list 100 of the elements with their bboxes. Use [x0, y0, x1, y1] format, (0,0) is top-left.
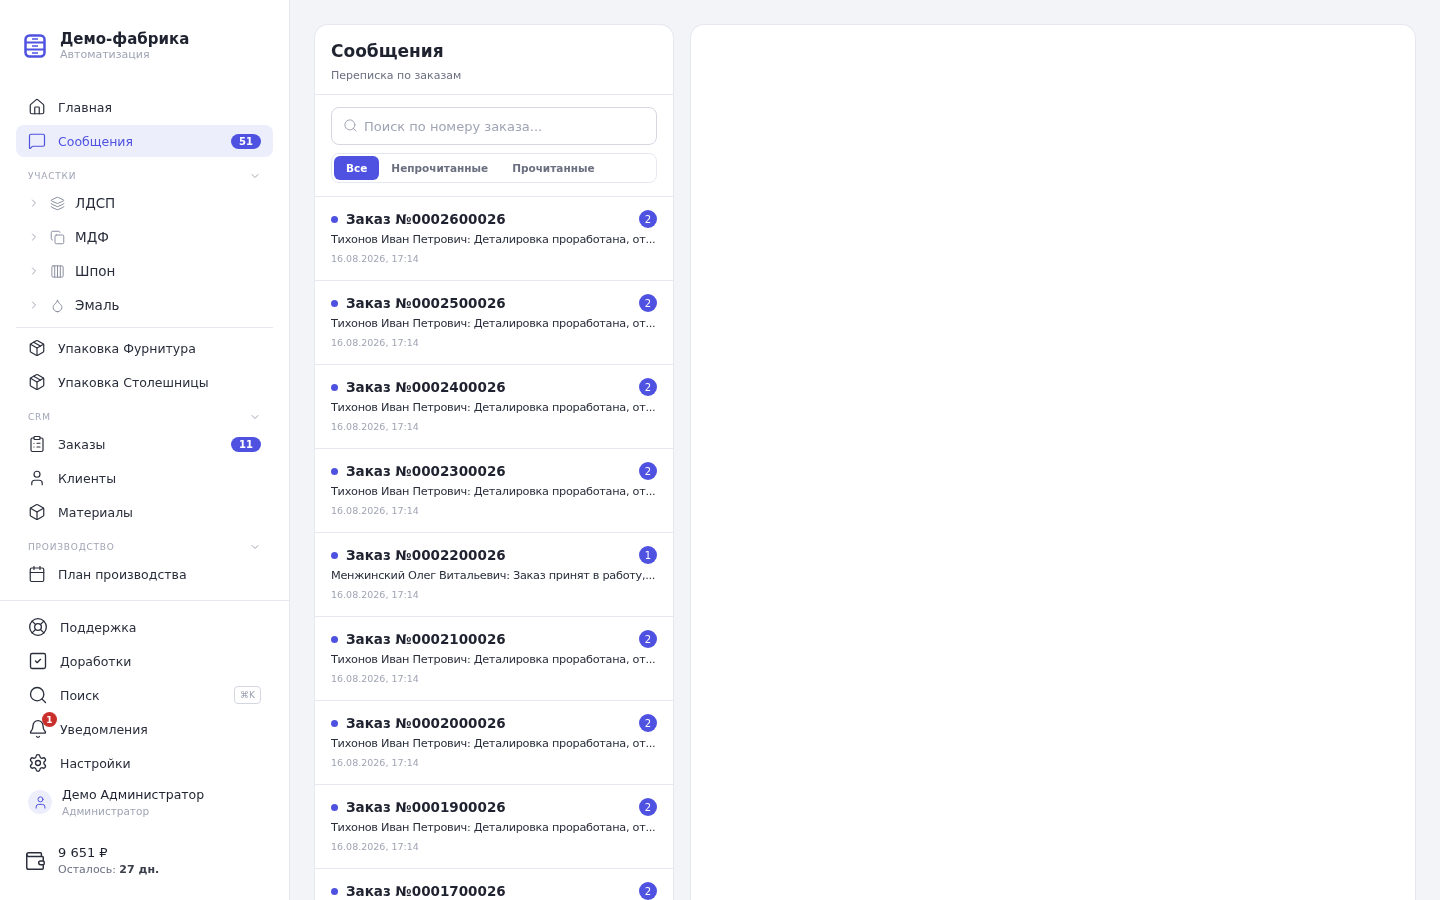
message-time: 16.08.2026, 17:14: [331, 589, 420, 600]
conversation-item[interactable]: Заказ №0001700026 2: [315, 869, 673, 900]
search-field[interactable]: Поиск по номеру заказа...: [331, 107, 657, 145]
count-badge: 51: [231, 133, 261, 149]
tree-item[interactable]: Эмаль: [16, 289, 273, 321]
layers-icon: [50, 195, 65, 211]
conversation-item[interactable]: Заказ №0002300026 2 Тихонов Иван Петрович: Деталировка проработана, от... 16.08.2026, 17:14: [315, 449, 673, 533]
message-time: 16.08.2026, 17:14: [331, 841, 420, 852]
order-title: Заказ №0002400026: [346, 379, 507, 395]
balance-amount: 9 651 ₽: [58, 845, 109, 860]
conversation-item[interactable]: Заказ №0002400026 2 Тихонов Иван Петрович: Деталировка проработана, от... 16.08.2026, 17:14: [315, 365, 673, 449]
squares-icon: [50, 229, 65, 245]
remaining-days: Осталось: 27 дн.: [58, 863, 160, 876]
panels-icon: [50, 263, 65, 279]
message-preview: Тихонов Иван Петрович: Деталировка проработана, от...: [331, 821, 657, 834]
conversation-item[interactable]: Заказ №0002100026 2 Тихонов Иван Петрович: Деталировка проработана, от... 16.08.2026, 17:14: [315, 617, 673, 701]
count-badge: 2: [639, 462, 657, 480]
search-icon: [28, 685, 48, 705]
user-role: Администратор: [62, 805, 151, 817]
message-time: 16.08.2026, 17:14: [331, 757, 420, 768]
order-title: Заказ №0002300026: [346, 463, 507, 479]
box-icon: [28, 503, 46, 521]
message-preview: Тихонов Иван Петрович: Деталировка проработана, от...: [331, 317, 657, 330]
lifebuoy-icon: [28, 617, 48, 637]
panel-title: Сообщения: [331, 41, 445, 61]
conversation-item[interactable]: Заказ №0002500026 2 Тихонов Иван Петрович: Деталировка проработана, от... 16.08.2026, 17:14: [315, 281, 673, 365]
brand-title: Демо-фабрика: [60, 30, 190, 48]
message-preview: Тихонов Иван Петрович: Деталировка проработана, от...: [331, 485, 657, 498]
tree-item[interactable]: МДФ: [16, 221, 273, 253]
conversation-item[interactable]: Заказ №0002600026 2 Тихонов Иван Петрович: Деталировка проработана, от... 16.08.2026, 17:14: [315, 197, 673, 281]
count-badge: 11: [231, 436, 261, 452]
nav-item[interactable]: Доработки: [16, 645, 273, 677]
message-time: 16.08.2026, 17:14: [331, 421, 420, 432]
conversation-item[interactable]: Заказ №0002000026 2 Тихонов Иван Петрович: Деталировка проработана, от... 16.08.2026, 17:14: [315, 701, 673, 785]
nav-item[interactable]: Сообщения 51: [16, 125, 273, 157]
nav-item[interactable]: Главная: [16, 91, 273, 123]
nav-item[interactable]: Материалы: [16, 496, 273, 528]
panel-subtitle: Переписка по заказам: [331, 69, 463, 82]
count-badge: 2: [639, 294, 657, 312]
tree-item[interactable]: ЛДСП: [16, 187, 273, 219]
clipboard-icon: [28, 435, 46, 453]
user-name: Демо Администратор: [62, 787, 205, 802]
nav-item[interactable]: Настройки: [16, 747, 273, 779]
brand-subtitle: Автоматизация: [60, 48, 151, 61]
order-title: Заказ №0001700026: [346, 883, 507, 899]
bell-icon: [28, 719, 48, 739]
wallet-icon: [24, 849, 46, 872]
nav-item[interactable]: Клиенты: [16, 462, 273, 494]
order-title: Заказ №0002200026: [346, 547, 507, 563]
package-icon: [28, 373, 46, 391]
tree-item[interactable]: Шпон: [16, 255, 273, 287]
message-time: 16.08.2026, 17:14: [331, 253, 420, 264]
calendar-icon: [28, 565, 46, 583]
message-preview: Тихонов Иван Петрович: Деталировка проработана, от...: [331, 233, 657, 246]
count-badge: 2: [639, 378, 657, 396]
nav-item[interactable]: Упаковка Фурнитура: [16, 332, 273, 364]
section-title: УЧАСТКИ: [28, 171, 77, 181]
nav-item[interactable]: Упаковка Столешницы: [16, 366, 273, 398]
message-time: 16.08.2026, 17:14: [331, 505, 420, 516]
message-time: 16.08.2026, 17:14: [331, 673, 420, 684]
filter-tab[interactable]: Все: [334, 156, 380, 180]
checkbox-icon: [28, 651, 48, 671]
order-title: Заказ №0002500026: [346, 295, 507, 311]
order-title: Заказ №0002600026: [346, 211, 507, 227]
message-preview: Менжинский Олег Витальевич: Заказ принят в работу,...: [331, 569, 657, 582]
avatar[interactable]: [28, 790, 52, 814]
filter-tab[interactable]: Прочитанные: [500, 156, 607, 180]
filter-tab[interactable]: Непрочитанные: [379, 156, 501, 180]
conversation-item[interactable]: Заказ №0001900026 2 Тихонов Иван Петрович: Деталировка проработана, от... 16.08.2026, 17:14: [315, 785, 673, 869]
count-badge: 2: [639, 714, 657, 732]
nav-item[interactable]: Поддержка: [16, 611, 273, 643]
count-badge: 2: [639, 210, 657, 228]
user-icon: [32, 794, 48, 810]
user-icon: [28, 469, 46, 487]
message-preview: Тихонов Иван Петрович: Деталировка проработана, от...: [331, 653, 657, 666]
nav-item[interactable]: Заказы 11: [16, 428, 273, 460]
settings-icon: [28, 753, 48, 773]
message-preview: Тихонов Иван Петрович: Деталировка проработана, от...: [331, 737, 657, 750]
message-icon: [28, 132, 46, 150]
nav-item[interactable]: Поиск ⌘K: [16, 679, 273, 711]
count-badge: 1: [639, 546, 657, 564]
count-badge: 2: [639, 798, 657, 816]
shortcut-hint: ⌘K: [234, 686, 261, 704]
message-time: 16.08.2026, 17:14: [331, 337, 420, 348]
section-title: ПРОИЗВОДСТВО: [28, 542, 115, 552]
order-title: Заказ №0002000026: [346, 715, 507, 731]
count-badge: 2: [639, 882, 657, 900]
section-title: CRM: [28, 412, 51, 422]
home-icon: [28, 98, 46, 116]
drop-icon: [50, 297, 65, 313]
conversation-item[interactable]: Заказ №0002200026 1 Менжинский Олег Витальевич: Заказ принят в работу,... 16.08.2026, 17:14: [315, 533, 673, 617]
order-title: Заказ №0001900026: [346, 799, 507, 815]
order-title: Заказ №0002100026: [346, 631, 507, 647]
notification-badge: 1: [42, 712, 57, 727]
search-icon: [343, 118, 358, 133]
nav-item[interactable]: 1 Уведомления: [16, 713, 273, 745]
count-badge: 2: [639, 630, 657, 648]
logo-icon: [24, 33, 46, 58]
message-preview: Тихонов Иван Петрович: Деталировка проработана, от...: [331, 401, 657, 414]
nav-item[interactable]: План производства: [16, 558, 273, 590]
